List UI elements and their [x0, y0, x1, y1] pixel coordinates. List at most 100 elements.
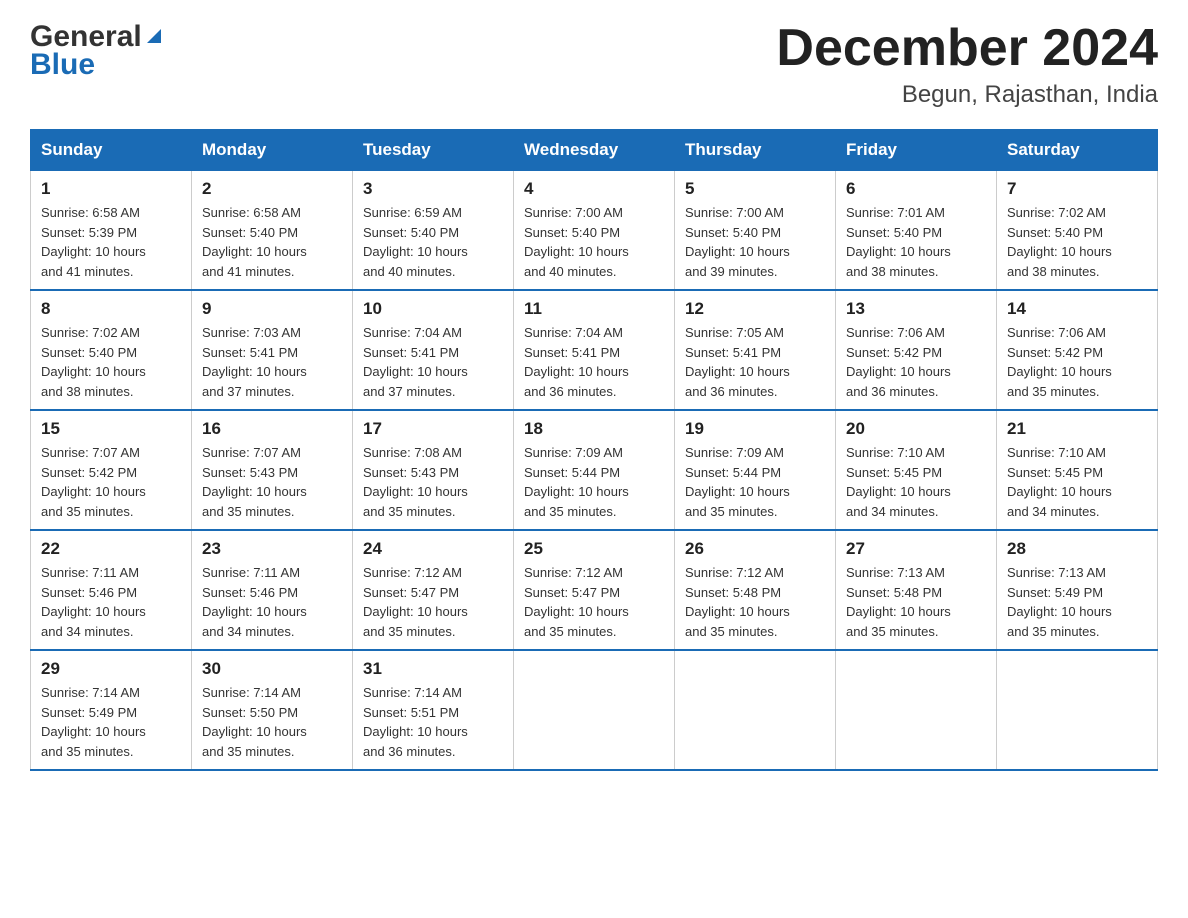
calendar-cell: 13 Sunrise: 7:06 AMSunset: 5:42 PMDaylig… — [836, 290, 997, 410]
day-info: Sunrise: 7:00 AMSunset: 5:40 PMDaylight:… — [685, 205, 790, 279]
calendar-cell: 12 Sunrise: 7:05 AMSunset: 5:41 PMDaylig… — [675, 290, 836, 410]
calendar-cell: 19 Sunrise: 7:09 AMSunset: 5:44 PMDaylig… — [675, 410, 836, 530]
day-number: 6 — [846, 179, 986, 199]
day-number: 18 — [524, 419, 664, 439]
calendar-cell: 20 Sunrise: 7:10 AMSunset: 5:45 PMDaylig… — [836, 410, 997, 530]
day-number: 26 — [685, 539, 825, 559]
day-info: Sunrise: 7:14 AMSunset: 5:51 PMDaylight:… — [363, 685, 468, 759]
calendar-week-row: 29 Sunrise: 7:14 AMSunset: 5:49 PMDaylig… — [31, 650, 1158, 770]
day-info: Sunrise: 7:01 AMSunset: 5:40 PMDaylight:… — [846, 205, 951, 279]
day-info: Sunrise: 6:59 AMSunset: 5:40 PMDaylight:… — [363, 205, 468, 279]
day-number: 24 — [363, 539, 503, 559]
day-info: Sunrise: 7:00 AMSunset: 5:40 PMDaylight:… — [524, 205, 629, 279]
calendar-cell: 7 Sunrise: 7:02 AMSunset: 5:40 PMDayligh… — [997, 171, 1158, 291]
day-info: Sunrise: 7:13 AMSunset: 5:49 PMDaylight:… — [1007, 565, 1112, 639]
day-info: Sunrise: 7:02 AMSunset: 5:40 PMDaylight:… — [1007, 205, 1112, 279]
calendar-cell: 9 Sunrise: 7:03 AMSunset: 5:41 PMDayligh… — [192, 290, 353, 410]
day-number: 8 — [41, 299, 181, 319]
calendar-cell: 4 Sunrise: 7:00 AMSunset: 5:40 PMDayligh… — [514, 171, 675, 291]
day-number: 13 — [846, 299, 986, 319]
day-info: Sunrise: 7:07 AMSunset: 5:42 PMDaylight:… — [41, 445, 146, 519]
calendar-cell: 11 Sunrise: 7:04 AMSunset: 5:41 PMDaylig… — [514, 290, 675, 410]
day-number: 19 — [685, 419, 825, 439]
weekday-header-monday: Monday — [192, 130, 353, 171]
calendar-cell: 8 Sunrise: 7:02 AMSunset: 5:40 PMDayligh… — [31, 290, 192, 410]
day-number: 15 — [41, 419, 181, 439]
day-info: Sunrise: 7:12 AMSunset: 5:48 PMDaylight:… — [685, 565, 790, 639]
day-info: Sunrise: 7:05 AMSunset: 5:41 PMDaylight:… — [685, 325, 790, 399]
day-info: Sunrise: 7:14 AMSunset: 5:50 PMDaylight:… — [202, 685, 307, 759]
logo-blue-text: Blue — [30, 48, 95, 82]
calendar-cell: 14 Sunrise: 7:06 AMSunset: 5:42 PMDaylig… — [997, 290, 1158, 410]
calendar-cell — [675, 650, 836, 770]
calendar-cell: 24 Sunrise: 7:12 AMSunset: 5:47 PMDaylig… — [353, 530, 514, 650]
day-info: Sunrise: 7:04 AMSunset: 5:41 PMDaylight:… — [363, 325, 468, 399]
calendar-cell: 5 Sunrise: 7:00 AMSunset: 5:40 PMDayligh… — [675, 171, 836, 291]
weekday-header-saturday: Saturday — [997, 130, 1158, 171]
day-info: Sunrise: 7:12 AMSunset: 5:47 PMDaylight:… — [363, 565, 468, 639]
page-subtitle: Begun, Rajasthan, India — [776, 81, 1158, 109]
day-info: Sunrise: 7:14 AMSunset: 5:49 PMDaylight:… — [41, 685, 146, 759]
day-info: Sunrise: 7:13 AMSunset: 5:48 PMDaylight:… — [846, 565, 951, 639]
day-info: Sunrise: 7:09 AMSunset: 5:44 PMDaylight:… — [685, 445, 790, 519]
calendar-cell: 30 Sunrise: 7:14 AMSunset: 5:50 PMDaylig… — [192, 650, 353, 770]
day-number: 31 — [363, 659, 503, 679]
calendar-cell: 21 Sunrise: 7:10 AMSunset: 5:45 PMDaylig… — [997, 410, 1158, 530]
day-number: 2 — [202, 179, 342, 199]
day-number: 25 — [524, 539, 664, 559]
weekday-header-tuesday: Tuesday — [353, 130, 514, 171]
day-number: 30 — [202, 659, 342, 679]
day-number: 20 — [846, 419, 986, 439]
day-info: Sunrise: 7:03 AMSunset: 5:41 PMDaylight:… — [202, 325, 307, 399]
title-block: December 2024 Begun, Rajasthan, India — [776, 20, 1158, 109]
calendar-table: SundayMondayTuesdayWednesdayThursdayFrid… — [30, 129, 1158, 771]
logo: General Blue — [30, 20, 165, 82]
day-info: Sunrise: 7:04 AMSunset: 5:41 PMDaylight:… — [524, 325, 629, 399]
day-number: 28 — [1007, 539, 1147, 559]
day-number: 12 — [685, 299, 825, 319]
weekday-header-wednesday: Wednesday — [514, 130, 675, 171]
day-number: 22 — [41, 539, 181, 559]
day-info: Sunrise: 7:06 AMSunset: 5:42 PMDaylight:… — [846, 325, 951, 399]
day-info: Sunrise: 6:58 AMSunset: 5:40 PMDaylight:… — [202, 205, 307, 279]
day-number: 21 — [1007, 419, 1147, 439]
calendar-cell: 31 Sunrise: 7:14 AMSunset: 5:51 PMDaylig… — [353, 650, 514, 770]
calendar-header-row: SundayMondayTuesdayWednesdayThursdayFrid… — [31, 130, 1158, 171]
calendar-cell: 28 Sunrise: 7:13 AMSunset: 5:49 PMDaylig… — [997, 530, 1158, 650]
day-info: Sunrise: 7:10 AMSunset: 5:45 PMDaylight:… — [846, 445, 951, 519]
weekday-header-sunday: Sunday — [31, 130, 192, 171]
calendar-cell: 6 Sunrise: 7:01 AMSunset: 5:40 PMDayligh… — [836, 171, 997, 291]
calendar-cell: 16 Sunrise: 7:07 AMSunset: 5:43 PMDaylig… — [192, 410, 353, 530]
day-number: 5 — [685, 179, 825, 199]
logo-triangle-icon — [143, 25, 165, 47]
calendar-week-row: 22 Sunrise: 7:11 AMSunset: 5:46 PMDaylig… — [31, 530, 1158, 650]
day-number: 14 — [1007, 299, 1147, 319]
day-info: Sunrise: 7:12 AMSunset: 5:47 PMDaylight:… — [524, 565, 629, 639]
calendar-cell: 2 Sunrise: 6:58 AMSunset: 5:40 PMDayligh… — [192, 171, 353, 291]
day-number: 11 — [524, 299, 664, 319]
calendar-cell: 22 Sunrise: 7:11 AMSunset: 5:46 PMDaylig… — [31, 530, 192, 650]
day-number: 4 — [524, 179, 664, 199]
weekday-header-friday: Friday — [836, 130, 997, 171]
calendar-cell: 27 Sunrise: 7:13 AMSunset: 5:48 PMDaylig… — [836, 530, 997, 650]
calendar-cell: 26 Sunrise: 7:12 AMSunset: 5:48 PMDaylig… — [675, 530, 836, 650]
calendar-cell — [997, 650, 1158, 770]
weekday-header-thursday: Thursday — [675, 130, 836, 171]
day-info: Sunrise: 7:08 AMSunset: 5:43 PMDaylight:… — [363, 445, 468, 519]
day-number: 7 — [1007, 179, 1147, 199]
day-info: Sunrise: 6:58 AMSunset: 5:39 PMDaylight:… — [41, 205, 146, 279]
calendar-cell: 1 Sunrise: 6:58 AMSunset: 5:39 PMDayligh… — [31, 171, 192, 291]
day-info: Sunrise: 7:10 AMSunset: 5:45 PMDaylight:… — [1007, 445, 1112, 519]
calendar-cell: 17 Sunrise: 7:08 AMSunset: 5:43 PMDaylig… — [353, 410, 514, 530]
calendar-cell: 10 Sunrise: 7:04 AMSunset: 5:41 PMDaylig… — [353, 290, 514, 410]
day-number: 3 — [363, 179, 503, 199]
calendar-cell: 29 Sunrise: 7:14 AMSunset: 5:49 PMDaylig… — [31, 650, 192, 770]
day-number: 29 — [41, 659, 181, 679]
calendar-cell: 18 Sunrise: 7:09 AMSunset: 5:44 PMDaylig… — [514, 410, 675, 530]
day-number: 9 — [202, 299, 342, 319]
day-number: 27 — [846, 539, 986, 559]
page-title: December 2024 — [776, 20, 1158, 77]
day-number: 16 — [202, 419, 342, 439]
calendar-week-row: 15 Sunrise: 7:07 AMSunset: 5:42 PMDaylig… — [31, 410, 1158, 530]
calendar-cell: 25 Sunrise: 7:12 AMSunset: 5:47 PMDaylig… — [514, 530, 675, 650]
